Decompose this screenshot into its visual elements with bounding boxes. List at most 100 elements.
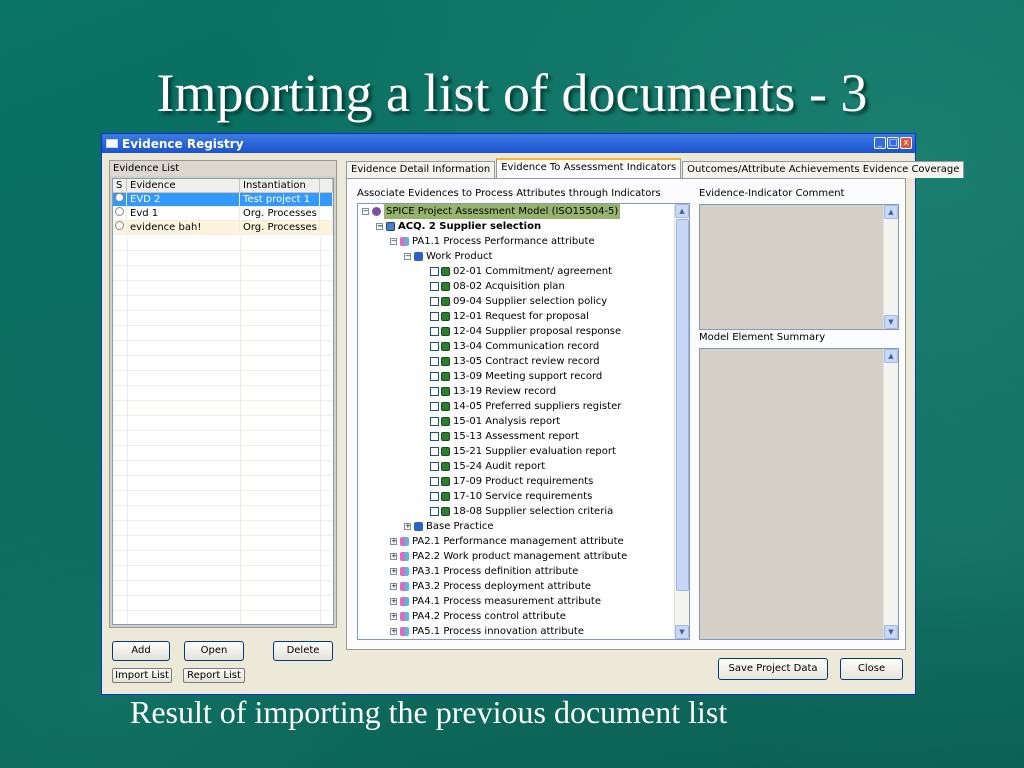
collapse-icon[interactable]: − <box>390 238 397 245</box>
tree-node-attribute[interactable]: + PA2.1 Performance management attribute <box>390 534 624 549</box>
column-instantiation[interactable]: Instantiation <box>240 179 320 192</box>
column-s[interactable]: S <box>113 179 127 192</box>
tree-node-document[interactable]: 14-05 Preferred suppliers register <box>430 399 621 414</box>
summary-textarea[interactable]: ▲ ▼ <box>699 348 899 640</box>
tree-node-document[interactable]: 13-05 Contract review record <box>430 354 600 369</box>
expand-icon[interactable]: + <box>390 568 397 575</box>
close-button[interactable]: Close <box>840 658 903 680</box>
checkbox[interactable] <box>430 447 439 456</box>
tree-node-document[interactable]: 13-09 Meeting support record <box>430 369 602 384</box>
open-button[interactable]: Open <box>184 641 244 661</box>
report-list-button[interactable]: Report List <box>183 668 245 683</box>
scroll-down-icon[interactable]: ▼ <box>675 625 689 639</box>
tree-node-document[interactable]: 12-04 Supplier proposal response <box>430 324 621 339</box>
expand-icon[interactable]: + <box>390 613 397 620</box>
tree-node-document[interactable]: 13-04 Communication record <box>430 339 599 354</box>
tree-node-document[interactable]: 02-01 Commitment/ agreement <box>430 264 612 279</box>
tree-node-document[interactable]: 09-04 Supplier selection policy <box>430 294 607 309</box>
checkbox[interactable] <box>430 492 439 501</box>
checkbox[interactable] <box>430 432 439 441</box>
import-list-button[interactable]: Import List <box>112 668 172 683</box>
tree-node-attribute[interactable]: + PA5.1 Process innovation attribute <box>390 624 584 639</box>
expand-icon[interactable]: + <box>390 538 397 545</box>
row-radio[interactable] <box>113 193 127 206</box>
table-row[interactable]: Evd 1 Org. Processes <box>113 207 333 221</box>
evidence-table[interactable]: S Evidence Instantiation EVD 2 Test proj… <box>112 178 334 625</box>
add-button[interactable]: Add <box>112 641 170 661</box>
tab-evidence-detail[interactable]: Evidence Detail Information <box>346 161 496 178</box>
checkbox[interactable] <box>430 372 439 381</box>
tree-label-document: 17-10 Service requirements <box>453 491 593 502</box>
checkbox[interactable] <box>430 267 439 276</box>
comment-textarea[interactable]: ▲ ▼ <box>699 204 899 330</box>
checkbox[interactable] <box>430 297 439 306</box>
checkbox[interactable] <box>430 402 439 411</box>
summary-scrollbar[interactable]: ▲ ▼ <box>883 349 898 639</box>
tree-node-document[interactable]: 15-13 Assessment report <box>430 429 579 444</box>
tree-node-document[interactable]: 15-21 Supplier evaluation report <box>430 444 616 459</box>
collapse-icon[interactable]: − <box>404 253 411 260</box>
checkbox[interactable] <box>430 282 439 291</box>
window-controls: _ □ x <box>874 137 912 149</box>
tree-node-work-product[interactable]: − Work Product <box>404 249 492 264</box>
scroll-up-icon[interactable]: ▲ <box>675 204 689 218</box>
tree-node-document[interactable]: 15-24 Audit report <box>430 459 545 474</box>
table-row[interactable]: EVD 2 Test project 1 <box>113 193 333 207</box>
tree-node-attribute[interactable]: + PA3.2 Process deployment attribute <box>390 579 591 594</box>
expand-icon[interactable]: + <box>390 583 397 590</box>
evidence-registry-window: Evidence Registry _ □ x Evidence List S … <box>101 133 965 695</box>
delete-button[interactable]: Delete <box>273 641 333 661</box>
tree-node-document[interactable]: 17-10 Service requirements <box>430 489 592 504</box>
checkbox[interactable] <box>430 342 439 351</box>
window-titlebar[interactable]: Evidence Registry <box>102 134 915 153</box>
checkbox[interactable] <box>430 387 439 396</box>
tree-node-attribute[interactable]: + PA2.2 Work product management attribute <box>390 549 627 564</box>
checkbox[interactable] <box>430 357 439 366</box>
tree-label-attribute: PA4.2 Process control attribute <box>412 611 566 622</box>
tab-outcomes-coverage[interactable]: Outcomes/Attribute Achievements Evidence… <box>682 161 965 178</box>
minimize-icon[interactable]: _ <box>874 137 886 149</box>
scroll-down-icon[interactable]: ▼ <box>884 625 898 639</box>
associate-label: Associate Evidences to Process Attribute… <box>357 188 661 199</box>
tree-node-base-practice[interactable]: + Base Practice <box>404 519 493 534</box>
tree-node-document[interactable]: 08-02 Acquisition plan <box>430 279 565 294</box>
scroll-up-icon[interactable]: ▲ <box>884 205 898 219</box>
scroll-thumb[interactable] <box>676 219 689 591</box>
expand-icon[interactable]: + <box>390 553 397 560</box>
scroll-down-icon[interactable]: ▼ <box>884 315 898 329</box>
checkbox[interactable] <box>430 417 439 426</box>
tree-node-root[interactable]: − SPICE Project Assessment Model (ISO155… <box>362 204 621 219</box>
comment-scrollbar[interactable]: ▲ ▼ <box>883 205 898 329</box>
row-radio[interactable] <box>113 207 127 220</box>
tab-evidence-to-indicators[interactable]: Evidence To Assessment Indicators <box>496 158 682 178</box>
tree-node-document[interactable]: 17-09 Product requirements <box>430 474 593 489</box>
checkbox[interactable] <box>430 462 439 471</box>
tree-node-pa11[interactable]: − PA1.1 Process Performance attribute <box>390 234 595 249</box>
tree-node-attribute[interactable]: + PA3.1 Process definition attribute <box>390 564 578 579</box>
maximize-icon[interactable]: □ <box>887 137 899 149</box>
collapse-icon[interactable]: − <box>376 223 383 230</box>
scroll-up-icon[interactable]: ▲ <box>884 349 898 363</box>
tree-node-document[interactable]: 15-01 Analysis report <box>430 414 560 429</box>
expand-icon[interactable]: + <box>390 628 397 635</box>
tree-node-attribute[interactable]: + PA4.1 Process measurement attribute <box>390 594 601 609</box>
tree-node-document[interactable]: 12-01 Request for proposal <box>430 309 589 324</box>
row-radio[interactable] <box>113 221 127 234</box>
tree-node-attribute[interactable]: + PA4.2 Process control attribute <box>390 609 566 624</box>
tree-vertical-scrollbar[interactable]: ▲ ▼ <box>674 204 689 639</box>
checkbox[interactable] <box>430 507 439 516</box>
tree-node-document[interactable]: 13-19 Review record <box>430 384 556 399</box>
checkbox[interactable] <box>430 477 439 486</box>
expand-icon[interactable]: + <box>404 523 411 530</box>
save-project-data-button[interactable]: Save Project Data <box>718 658 828 680</box>
close-icon[interactable]: x <box>900 137 912 149</box>
collapse-icon[interactable]: − <box>362 208 369 215</box>
indicator-tree[interactable]: − SPICE Project Assessment Model (ISO155… <box>357 203 690 640</box>
column-evidence[interactable]: Evidence <box>127 179 240 192</box>
tree-node-document[interactable]: 18-08 Supplier selection criteria <box>430 504 613 519</box>
checkbox[interactable] <box>430 312 439 321</box>
checkbox[interactable] <box>430 327 439 336</box>
tree-node-process[interactable]: − ACQ. 2 Supplier selection <box>376 219 541 234</box>
table-row[interactable]: evidence bah! Org. Processes <box>113 221 333 235</box>
expand-icon[interactable]: + <box>390 598 397 605</box>
